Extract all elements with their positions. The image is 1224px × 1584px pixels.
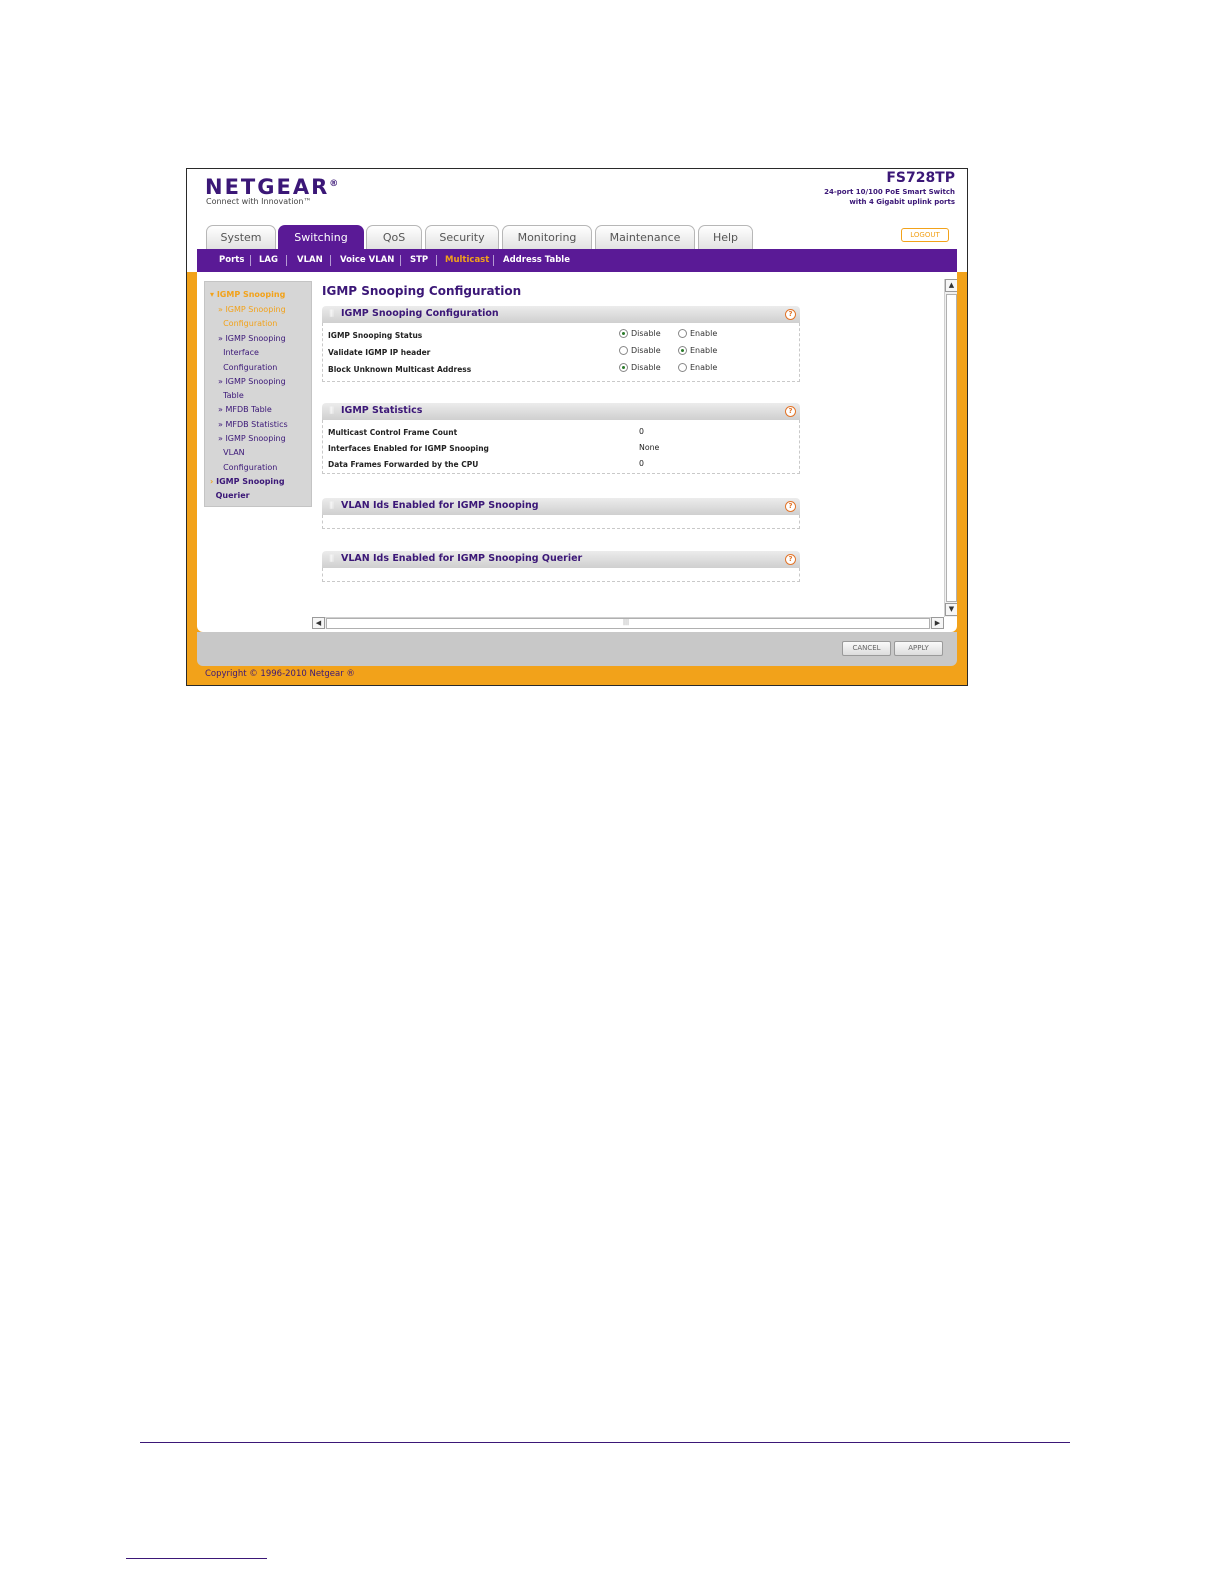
- nav-mfdb-table[interactable]: » MFDB Table: [218, 403, 308, 417]
- product-description: 24-port 10/100 PoE Smart Switch with 4 G…: [824, 188, 955, 206]
- scroll-down-icon[interactable]: ▼: [945, 603, 957, 616]
- panel-body: [322, 515, 800, 529]
- vlan-ids-querier-panel: ||| VLAN Ids Enabled for IGMP Snooping Q…: [322, 551, 800, 582]
- grip-icon: |||: [329, 554, 334, 562]
- grip-icon: |||: [329, 406, 334, 414]
- action-bar: CANCEL APPLY: [197, 632, 957, 666]
- tab-security[interactable]: Security: [425, 225, 499, 249]
- grip-icon: |||: [329, 501, 334, 509]
- product-name: FS728TP: [886, 170, 955, 186]
- help-icon[interactable]: ?: [785, 406, 796, 417]
- row-label: Interfaces Enabled for IGMP Snooping: [328, 444, 489, 453]
- radio-icon: [619, 363, 628, 372]
- subnav-vlan[interactable]: VLAN: [297, 249, 323, 272]
- panel-header: ||| IGMP Snooping Configuration ?: [322, 306, 800, 323]
- igmp-config-panel: ||| IGMP Snooping Configuration ? IGMP S…: [322, 306, 800, 382]
- footer-link-underline: [126, 1558, 267, 1559]
- vertical-scroll-thumb[interactable]: [946, 294, 957, 602]
- netgear-logo: NETGEAR®: [205, 175, 339, 199]
- panel-header: ||| VLAN Ids Enabled for IGMP Snooping Q…: [322, 551, 800, 568]
- row-label: IGMP Snooping Status: [328, 331, 423, 340]
- cancel-button[interactable]: CANCEL: [842, 641, 891, 656]
- tab-monitoring[interactable]: Monitoring: [502, 225, 592, 249]
- block-unknown-enable-radio[interactable]: Enable: [678, 363, 717, 372]
- vlan-ids-panel: ||| VLAN Ids Enabled for IGMP Snooping ?: [322, 498, 800, 529]
- block-unknown-disable-radio[interactable]: Disable: [619, 363, 661, 372]
- tab-system[interactable]: System: [206, 225, 276, 249]
- subnav-voice-vlan[interactable]: Voice VLAN: [340, 249, 394, 272]
- help-icon[interactable]: ?: [785, 554, 796, 565]
- help-icon[interactable]: ?: [785, 501, 796, 512]
- validate-header-disable-radio[interactable]: Disable: [619, 346, 661, 355]
- panel-body: [322, 568, 800, 582]
- apply-button[interactable]: APPLY: [894, 641, 943, 656]
- row-label: Validate IGMP IP header: [328, 348, 431, 357]
- igmp-status-enable-radio[interactable]: Enable: [678, 329, 717, 338]
- left-navigation: ▾ IGMP Snooping » IGMP Snooping Configur…: [204, 281, 312, 507]
- nav-section-igmp-snooping-querier[interactable]: › IGMP Snooping Querier: [210, 475, 285, 503]
- subnav-stp[interactable]: STP: [410, 249, 428, 272]
- igmp-statistics-panel: ||| IGMP Statistics ? Multicast Control …: [322, 403, 800, 474]
- grip-icon: |||: [623, 619, 630, 626]
- scroll-left-icon[interactable]: ◀: [312, 617, 325, 629]
- scroll-right-icon[interactable]: ▶: [931, 617, 944, 629]
- content-area: ▾ IGMP Snooping » IGMP Snooping Configur…: [197, 272, 957, 632]
- subnav-address-table[interactable]: Address Table: [503, 249, 570, 272]
- nav-igmp-snooping-vlan-configuration[interactable]: » IGMP Snooping VLAN Configuration: [218, 432, 308, 475]
- grip-icon: |||: [329, 309, 334, 317]
- panel-header: ||| VLAN Ids Enabled for IGMP Snooping ?: [322, 498, 800, 515]
- row-label: Block Unknown Multicast Address: [328, 365, 472, 374]
- subnav-multicast[interactable]: Multicast: [445, 249, 489, 272]
- browser-frame: NETGEAR® Connect with Innovation™ FS728T…: [186, 168, 968, 686]
- tagline: Connect with Innovation™: [206, 197, 312, 206]
- subnav-lag[interactable]: LAG: [259, 249, 278, 272]
- nav-section-igmp-snooping[interactable]: ▾ IGMP Snooping: [210, 288, 285, 302]
- nav-igmp-snooping-table[interactable]: » IGMP Snooping Table: [218, 375, 308, 404]
- radio-icon: [678, 346, 687, 355]
- row-value: None: [639, 443, 660, 452]
- nav-igmp-snooping-interface-configuration[interactable]: » IGMP Snooping Interface Configuration: [218, 332, 308, 375]
- panel-title: IGMP Snooping Configuration: [341, 308, 499, 319]
- nav-mfdb-statistics[interactable]: » MFDB Statistics: [218, 418, 308, 432]
- copyright: Copyright © 1996-2010 Netgear ®: [205, 669, 355, 679]
- logout-button[interactable]: LOGOUT: [901, 228, 949, 242]
- row-value: 0: [639, 427, 644, 436]
- page-title: IGMP Snooping Configuration: [322, 284, 522, 298]
- row-value: 0: [639, 459, 644, 468]
- scroll-up-icon[interactable]: ▲: [945, 279, 957, 292]
- panel-body: Multicast Control Frame Count 0 Interfac…: [322, 420, 800, 474]
- tab-maintenance[interactable]: Maintenance: [595, 225, 695, 249]
- horizontal-scroll-thumb[interactable]: |||: [326, 618, 930, 629]
- panel-title: IGMP Statistics: [341, 405, 423, 416]
- sub-navigation: Ports LAG VLAN Voice VLAN STP Multicast …: [197, 249, 957, 272]
- horizontal-scrollbar[interactable]: ◀ ||| ▶: [312, 617, 944, 629]
- radio-icon: [678, 363, 687, 372]
- radio-icon: [619, 346, 628, 355]
- help-icon[interactable]: ?: [785, 309, 796, 320]
- product-info: FS728TP 24-port 10/100 PoE Smart Switch …: [824, 170, 955, 207]
- footer-divider: [140, 1442, 1070, 1443]
- igmp-status-disable-radio[interactable]: Disable: [619, 329, 661, 338]
- row-label: Data Frames Forwarded by the CPU: [328, 460, 479, 469]
- radio-icon: [619, 329, 628, 338]
- vertical-scrollbar[interactable]: ▲ ▼: [944, 279, 957, 617]
- panel-title: VLAN Ids Enabled for IGMP Snooping Queri…: [341, 553, 583, 564]
- panel-header: ||| IGMP Statistics ?: [322, 403, 800, 420]
- row-label: Multicast Control Frame Count: [328, 428, 458, 437]
- validate-header-enable-radio[interactable]: Enable: [678, 346, 717, 355]
- nav-igmp-snooping-configuration[interactable]: » IGMP Snooping Configuration: [218, 303, 308, 332]
- tab-qos[interactable]: QoS: [366, 225, 422, 249]
- subnav-ports[interactable]: Ports: [219, 249, 244, 272]
- tab-help[interactable]: Help: [698, 225, 753, 249]
- radio-icon: [678, 329, 687, 338]
- panel-title: VLAN Ids Enabled for IGMP Snooping: [341, 500, 539, 511]
- panel-body: IGMP Snooping Status Disable Enable Vali…: [322, 323, 800, 382]
- tab-switching[interactable]: Switching: [278, 225, 364, 249]
